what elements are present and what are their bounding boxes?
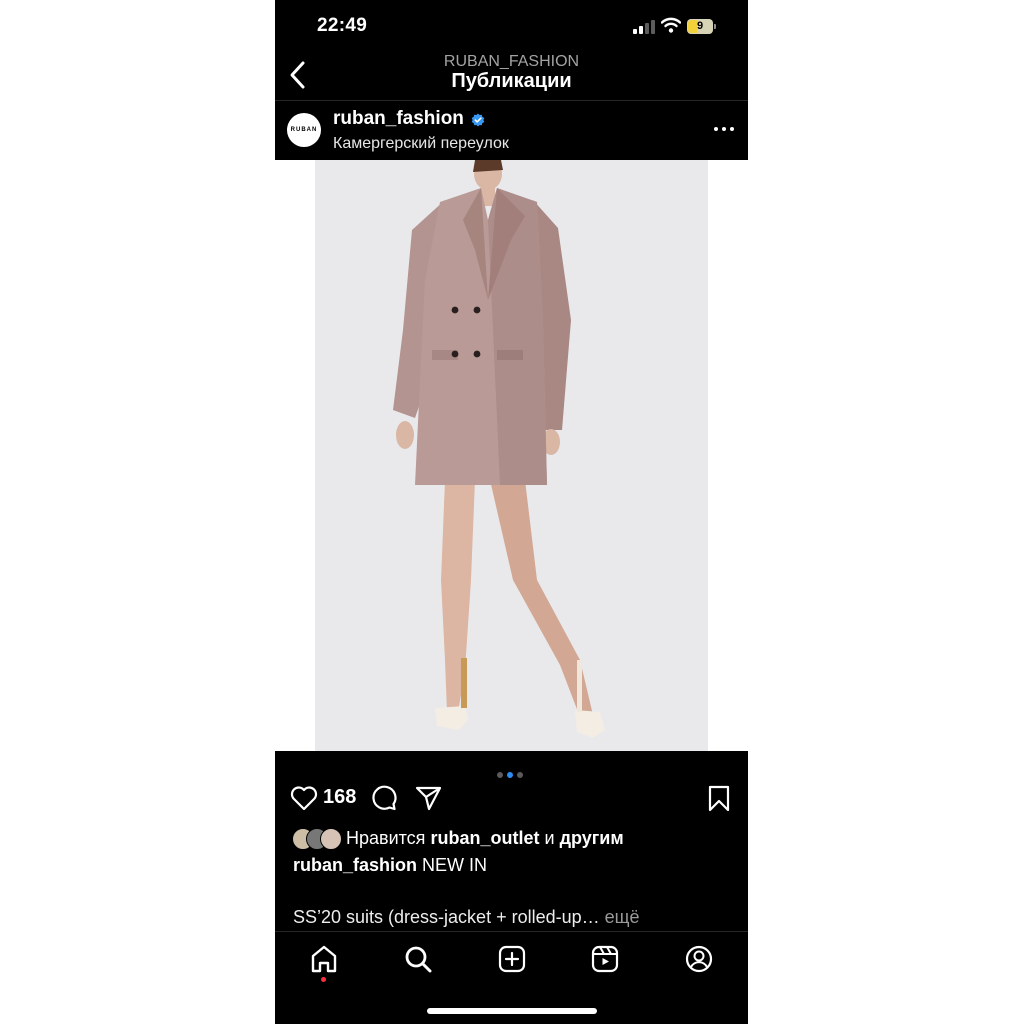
likes-prefix: Нравится	[346, 828, 426, 848]
header-divider	[275, 100, 748, 101]
post-photo[interactable]	[275, 160, 748, 751]
likes-others-link[interactable]: другим	[560, 828, 624, 848]
caption-more-link[interactable]: ещё	[605, 907, 640, 927]
likes-user-link[interactable]: ruban_outlet	[430, 828, 539, 848]
battery-level: 9	[696, 20, 704, 32]
paper-plane-icon[interactable]	[415, 785, 442, 811]
heart-icon[interactable]	[290, 785, 318, 811]
carousel-dot	[517, 772, 523, 778]
carousel-indicator	[497, 765, 527, 783]
caption-more-text: SS’20 suits (dress-jacket + rolled-up…	[293, 907, 600, 927]
signal-icon	[633, 20, 655, 34]
comment-icon[interactable]	[371, 785, 397, 811]
caption: ruban_fashion NEW IN	[293, 855, 487, 876]
more-horizontal-icon[interactable]	[713, 126, 735, 132]
post-username[interactable]: ruban_fashion	[333, 108, 464, 130]
caption-username[interactable]: ruban_fashion	[293, 855, 417, 875]
battery-icon: 9	[687, 19, 717, 34]
phone-screen: 22:49 9 RUBAN_FASHION Публикации RUBAN r…	[275, 0, 748, 1024]
model-illustration	[393, 160, 605, 738]
notification-dot	[321, 977, 326, 982]
liker-avatars[interactable]	[292, 828, 344, 850]
post-location[interactable]: Камергерский переулок	[333, 135, 509, 153]
caption-continued: SS’20 suits (dress-jacket + rolled-up… е…	[293, 907, 639, 928]
like-count[interactable]: 168	[323, 786, 356, 809]
page-title: Публикации	[451, 70, 572, 92]
carousel-dot-active	[507, 772, 513, 778]
bookmark-icon[interactable]	[707, 785, 731, 812]
search-icon[interactable]	[404, 945, 432, 973]
carousel-dot	[497, 772, 503, 778]
caption-text: NEW IN	[422, 855, 488, 875]
nav-divider	[275, 931, 748, 932]
status-time: 22:49	[317, 15, 368, 36]
wifi-icon	[661, 17, 681, 33]
avatar[interactable]: RUBAN	[287, 113, 321, 147]
plus-square-icon[interactable]	[498, 945, 526, 973]
home-indicator[interactable]	[427, 1008, 597, 1014]
header-subtitle: RUBAN_FASHION	[443, 53, 580, 70]
home-icon[interactable]	[310, 944, 338, 974]
likes-join: и	[544, 828, 555, 848]
reels-icon[interactable]	[591, 945, 619, 973]
liker-avatar	[320, 828, 342, 850]
profile-icon[interactable]	[685, 945, 713, 973]
verified-badge-icon	[471, 113, 485, 127]
likes-summary[interactable]: Нравится ruban_outlet и другим	[346, 828, 624, 849]
